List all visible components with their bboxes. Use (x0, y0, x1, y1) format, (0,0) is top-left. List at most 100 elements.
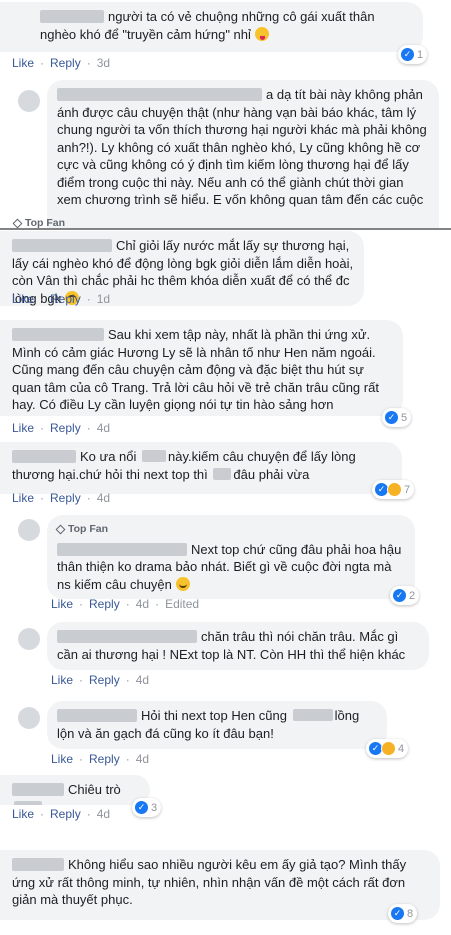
reaction-summary[interactable]: ✓ 2 (390, 586, 420, 605)
commenter-name-redacted[interactable] (12, 450, 76, 463)
like-reaction-icon: ✓ (390, 906, 405, 921)
comment-thread-8: Hỏi thi next top Hen cũng lồng lộn và ăn… (0, 701, 451, 771)
reaction-summary[interactable]: ✓ 5 (382, 408, 412, 427)
reaction-summary[interactable]: ✓ 7 (372, 480, 415, 499)
reaction-summary[interactable]: ✓ 3 (132, 798, 162, 817)
reaction-count: 2 (409, 589, 416, 602)
like-link[interactable]: Like (12, 56, 34, 70)
like-link[interactable]: Like (51, 752, 73, 766)
top-fan-label: Top Fan (25, 217, 66, 229)
haha-reaction-icon (387, 482, 402, 497)
avatar[interactable] (18, 628, 40, 650)
comment-actions: Like · Reply · 4d (51, 673, 149, 687)
comment-thread-2: a dạ tít bài này không phản ánh được câu… (0, 80, 451, 230)
comment-timestamp[interactable]: 4d (136, 673, 149, 687)
separator-dot: · (125, 673, 130, 687)
comment-actions: Like · Reply · 4d (12, 491, 110, 505)
comment-thread-9: Chiêu trò ✓ 3 Like · Reply · 4d (0, 775, 451, 845)
edited-label[interactable]: Edited (165, 597, 199, 611)
reaction-count: 3 (151, 801, 158, 814)
comment-thread-1: người ta có vẻ chuộng những cô gái xuất … (0, 0, 451, 72)
like-link[interactable]: Like (12, 807, 34, 821)
comment-thread-4: Sau khi xem tập này, nhất là phần thi ứn… (0, 318, 451, 438)
comment-thread-7: chăn trâu thì nói chăn trâu. Mắc gì cần … (0, 622, 451, 694)
commenter-name-redacted[interactable] (57, 630, 197, 643)
commenter-name-redacted[interactable] (40, 10, 104, 23)
reply-link[interactable]: Reply (89, 597, 120, 611)
reaction-summary[interactable]: ✓ 8 (388, 904, 418, 923)
separator-dot: · (40, 421, 45, 435)
separator-dot: · (79, 673, 84, 687)
commenter-name-redacted[interactable] (57, 709, 137, 722)
comment-actions: Like · Reply · 4d (12, 421, 110, 435)
reaction-summary[interactable]: ✓ 4 (366, 739, 409, 758)
like-link[interactable]: Like (12, 421, 34, 435)
comment-timestamp[interactable]: 4d (97, 807, 110, 821)
commenter-name-redacted[interactable] (57, 88, 262, 101)
comment-timestamp[interactable]: 3d (97, 56, 110, 70)
like-reaction-icon: ✓ (392, 588, 407, 603)
commenter-name-redacted[interactable] (57, 542, 187, 556)
reply-link[interactable]: Reply (50, 491, 81, 505)
avatar[interactable] (18, 707, 40, 729)
reaction-count: 4 (398, 742, 405, 755)
reaction-count: 7 (404, 483, 411, 496)
separator-dot: · (40, 292, 45, 306)
diamond-icon (55, 524, 66, 535)
like-reaction-icon: ✓ (134, 800, 149, 815)
diamond-icon (12, 218, 23, 228)
like-link[interactable]: Like (12, 491, 34, 505)
comment-timestamp[interactable]: 4d (136, 752, 149, 766)
comment-bubble: Ko ưa nổi này.kiếm câu chuyện để lấy lòn… (0, 442, 402, 494)
redacted-name (14, 800, 42, 805)
comment-timestamp[interactable]: 4d (97, 491, 110, 505)
top-fan-label: Top Fan (68, 523, 109, 535)
top-fan-badge: Top Fan (12, 217, 66, 229)
redacted-name (213, 467, 232, 480)
separator-dot: · (155, 597, 160, 611)
comment-bubble: Hỏi thi next top Hen cũng lồng lộn và ăn… (47, 701, 387, 749)
like-reaction-icon: ✓ (384, 410, 399, 425)
comment-bubble: người ta có vẻ chuộng những cô gái xuất … (0, 2, 423, 52)
commenter-name-redacted[interactable] (12, 328, 104, 341)
reaction-summary[interactable]: ✓ 1 (398, 45, 428, 64)
comment-bubble: Sau khi xem tập này, nhất là phần thi ứn… (0, 320, 403, 416)
reply-link[interactable]: Reply (50, 421, 81, 435)
separator-dot: · (40, 491, 45, 505)
commenter-name-redacted[interactable] (12, 239, 112, 252)
comment-timestamp[interactable]: 1d (97, 292, 110, 306)
comment-actions: Like · Reply · 3d (12, 56, 110, 70)
commenter-name-redacted[interactable] (12, 858, 64, 871)
comment-bubble: Không hiểu sao nhiều người kêu em ấy giả… (0, 850, 440, 920)
separator-dot: · (40, 807, 45, 821)
separator-dot: · (86, 491, 91, 505)
reply-link[interactable]: Reply (89, 673, 120, 687)
like-reaction-icon: ✓ (400, 47, 415, 62)
avatar[interactable] (18, 519, 40, 541)
reply-link[interactable]: Reply (89, 752, 120, 766)
comment-timestamp[interactable]: 4d (136, 597, 149, 611)
tongue-emoji (254, 26, 269, 41)
reaction-count: 8 (407, 907, 414, 920)
separator-dot: · (79, 597, 84, 611)
comment-text: a dạ tít bài này không phản ánh được câu… (57, 87, 427, 207)
reply-link[interactable]: Reply (50, 292, 81, 306)
like-link[interactable]: Like (51, 597, 73, 611)
like-link[interactable]: Like (12, 292, 34, 306)
like-link[interactable]: Like (51, 673, 73, 687)
comment-thread-10: Không hiểu sao nhiều người kêu em ấy giả… (0, 848, 451, 935)
comment-actions: Like · Reply · 4d (12, 807, 110, 821)
comment-thread-6: Top Fan Next top chứ cũng đâu phải hoa h… (0, 515, 451, 615)
separator-dot: · (86, 807, 91, 821)
smile-emoji (175, 576, 190, 591)
separator-dot: · (86, 56, 91, 70)
avatar[interactable] (18, 90, 40, 112)
comment-thread-3: Top Fan Chỉ giỏi lấy nước mắt lấy sự thư… (0, 214, 451, 314)
commenter-name-redacted[interactable] (12, 783, 64, 796)
haha-reaction-icon (381, 741, 396, 756)
comment-timestamp[interactable]: 4d (97, 421, 110, 435)
redacted-name (142, 450, 167, 462)
reply-link[interactable]: Reply (50, 56, 81, 70)
reply-link[interactable]: Reply (50, 807, 81, 821)
comment-text-c: đâu phải vừa (233, 466, 310, 482)
